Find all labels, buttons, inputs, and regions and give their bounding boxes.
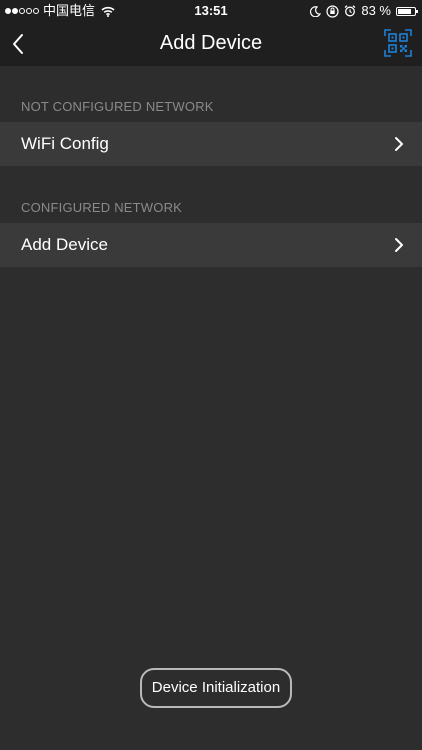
qr-scan-button[interactable] [384,29,412,57]
device-initialization-button[interactable]: Device Initialization [140,668,292,708]
chevron-right-icon [394,237,404,253]
row-label: WiFi Config [21,134,109,153]
orientation-lock-icon [326,4,339,18]
chevron-right-icon [394,136,404,152]
row-label: Add Device [21,235,108,254]
battery-icon [396,6,418,16]
page-title: Add Device [159,32,263,54]
add-device-row[interactable]: Add Device [0,223,422,267]
status-bar: 中国电信 13:51 83 % [0,0,422,22]
alarm-icon [344,5,356,17]
battery-percent: 83 % [361,3,391,18]
moon-icon [310,5,322,17]
wifi-config-row[interactable]: WiFi Config [0,122,422,166]
battery-level [398,8,412,14]
section-header-configured: CONFIGURED NETWORK [21,200,183,215]
navigation-bar: Add Device [0,22,422,66]
qr-scan-icon [384,29,412,57]
status-bar-right: 83 % [310,3,418,19]
section-header-not-configured: NOT CONFIGURED NETWORK [21,99,214,114]
